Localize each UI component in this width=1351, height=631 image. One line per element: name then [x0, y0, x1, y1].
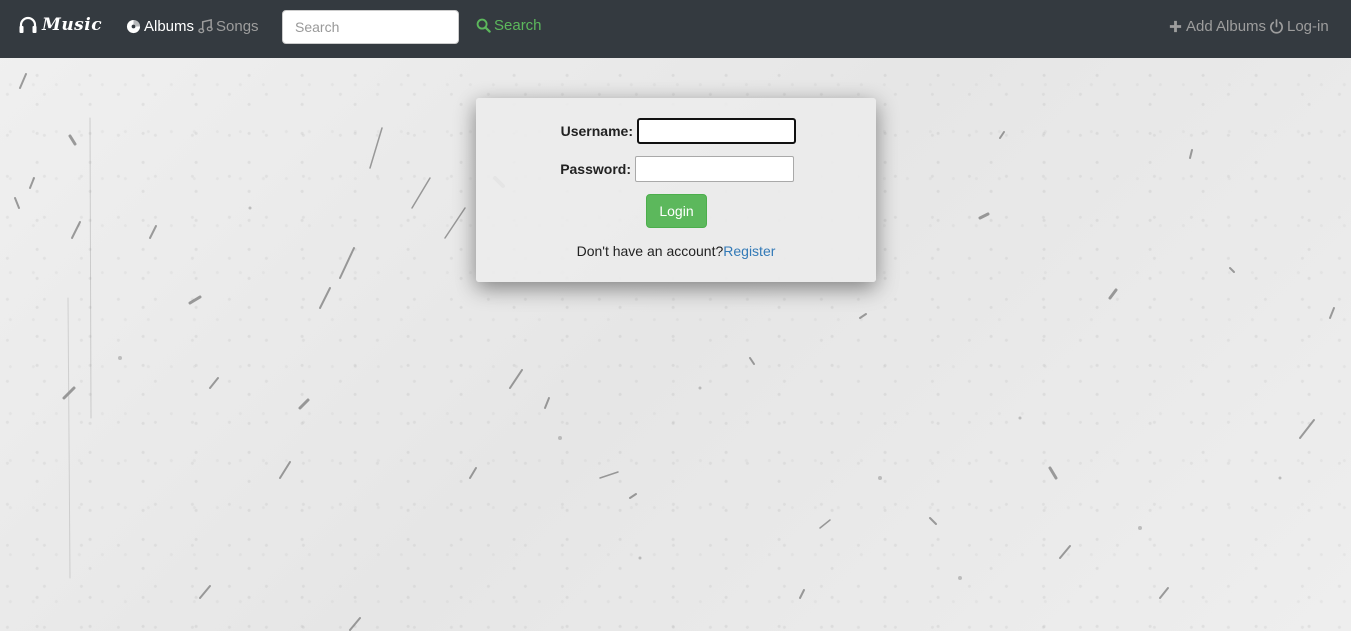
password-row: Password:	[560, 156, 794, 182]
nav-add-albums[interactable]: Add Albums	[1168, 18, 1266, 35]
nav-login-label: Log-in	[1287, 18, 1329, 35]
nav-songs[interactable]: Songs	[198, 18, 259, 35]
register-prompt: Don't have an account?Register	[476, 243, 876, 259]
search-icon	[476, 18, 491, 33]
music-note-icon	[198, 19, 213, 34]
search-button[interactable]: Search	[476, 17, 542, 34]
username-field[interactable]	[637, 118, 796, 144]
plus-icon	[1169, 20, 1182, 33]
nav-albums[interactable]: Albums	[126, 18, 194, 35]
login-button[interactable]: Login	[646, 194, 707, 228]
password-label: Password:	[560, 161, 631, 177]
search-button-label: Search	[494, 17, 542, 34]
headphones-icon	[19, 16, 37, 33]
login-panel: Username: Password: Login Don't have an …	[476, 98, 876, 282]
register-link[interactable]: Register	[723, 243, 775, 259]
brand-link[interactable]: Music	[18, 15, 102, 35]
username-label: Username:	[560, 123, 633, 139]
nav-login[interactable]: Log-in	[1269, 18, 1329, 35]
nav-add-albums-label: Add Albums	[1186, 18, 1267, 35]
disc-icon	[126, 19, 141, 34]
power-icon	[1270, 19, 1283, 34]
brand-title: Music	[42, 15, 103, 35]
nav-songs-label: Songs	[216, 18, 259, 35]
nav-albums-label: Albums	[144, 18, 195, 35]
password-field[interactable]	[635, 156, 794, 182]
username-row: Username:	[561, 118, 796, 144]
search-input[interactable]	[282, 10, 459, 44]
top-navbar: Music Albums Songs Search Add Albums	[0, 0, 1351, 58]
no-account-text: Don't have an account?	[576, 243, 724, 259]
